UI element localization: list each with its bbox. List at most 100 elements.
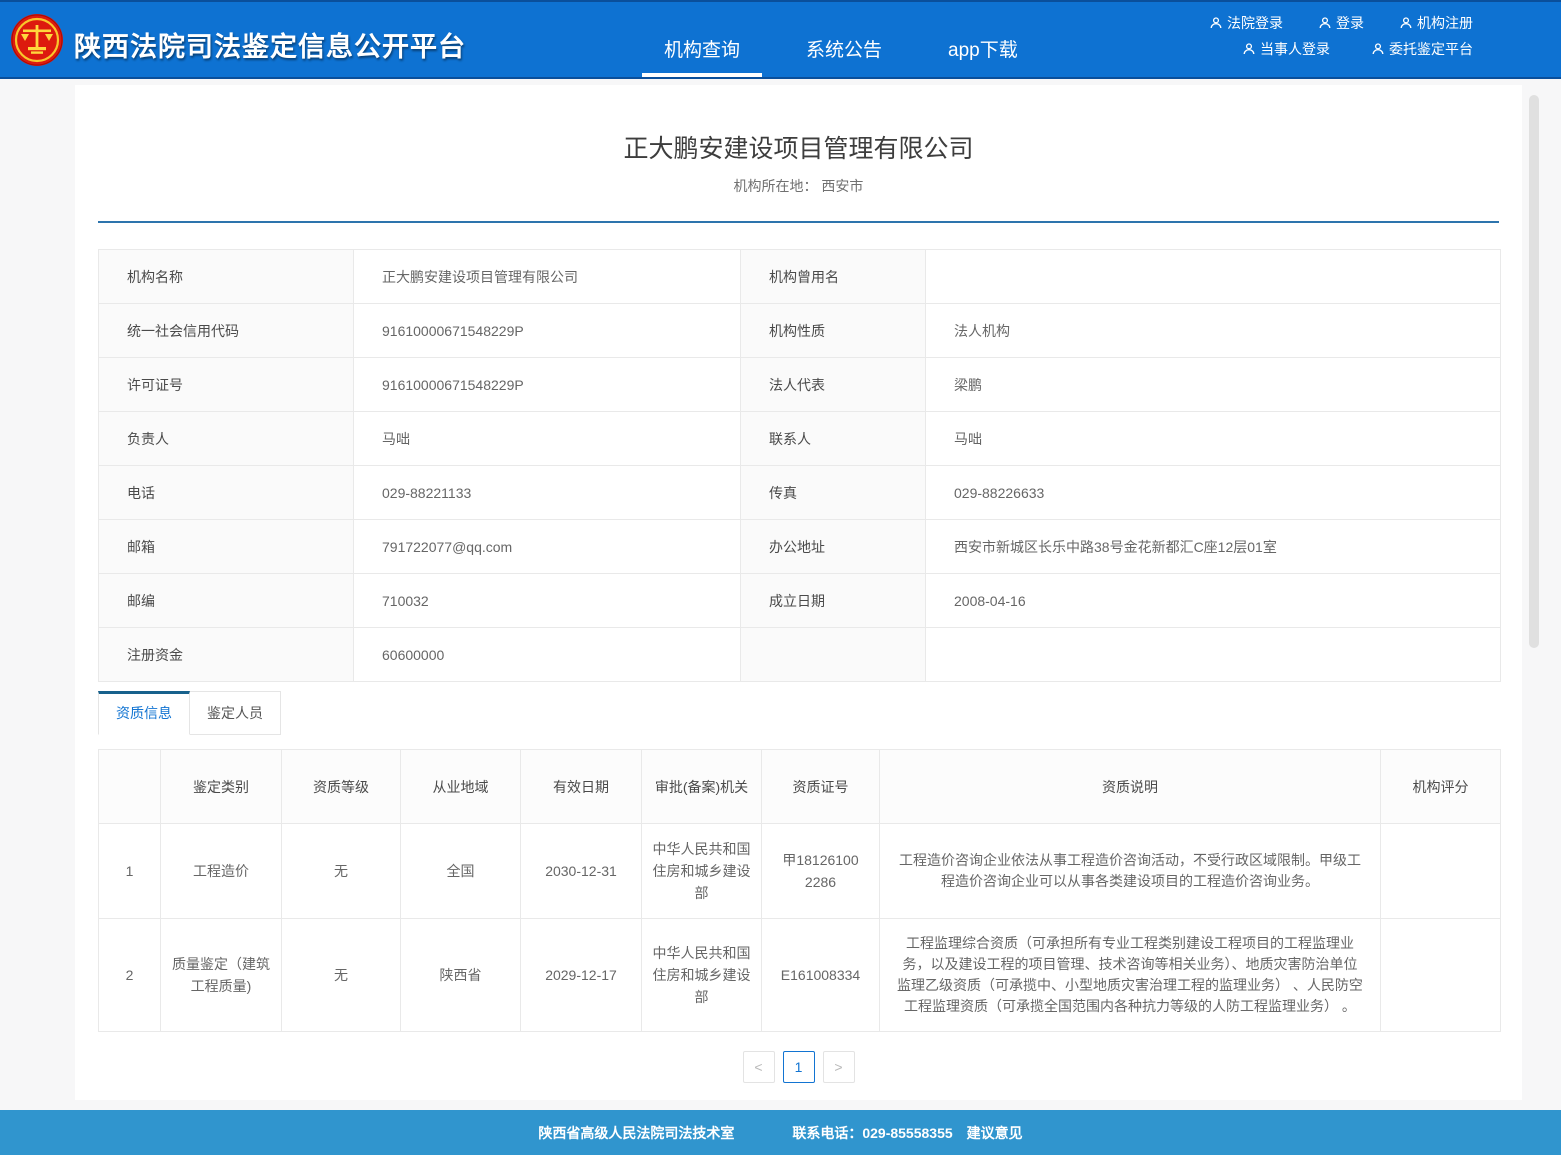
- info-value: 91610000671548229P: [354, 358, 741, 412]
- info-label: [741, 628, 926, 682]
- header-links-row2: 当事人登录 委托鉴定平台: [1243, 39, 1473, 59]
- table-row: 注册资金 60600000: [99, 628, 1501, 682]
- footer-feedback-link[interactable]: 建议意见: [967, 1123, 1023, 1143]
- info-value: 029-88226633: [926, 466, 1501, 520]
- footer-bar: 陕西省高级人民法院司法技术室 联系电话：029-85558355 建议意见: [0, 1110, 1561, 1155]
- qualification-header-row: 鉴定类别 资质等级 从业地域 有效日期 审批(备案)机关 资质证号 资质说明 机…: [99, 750, 1501, 824]
- login-link[interactable]: 登录: [1319, 13, 1364, 33]
- footer-department: 陕西省高级人民法院司法技术室: [538, 1123, 734, 1143]
- info-label: 电话: [99, 466, 354, 520]
- table-row: 电话 029-88221133 传真 029-88226633: [99, 466, 1501, 520]
- org-register-link[interactable]: 机构注册: [1400, 13, 1473, 33]
- col-header-level: 资质等级: [282, 750, 401, 824]
- content-card: 正大鹏安建设项目管理有限公司 机构所在地： 西安市 机构名称 正大鹏安建设项目管…: [75, 85, 1522, 1100]
- entrust-platform-link[interactable]: 委托鉴定平台: [1372, 39, 1473, 59]
- cell-category: 工程造价: [161, 824, 282, 919]
- cell-valid-date: 2029-12-17: [521, 919, 642, 1032]
- cell-index: 2: [99, 919, 161, 1032]
- info-value: 2008-04-16: [926, 574, 1501, 628]
- info-label: 机构名称: [99, 250, 354, 304]
- title-divider: [98, 221, 1499, 223]
- cell-level: 无: [282, 919, 401, 1032]
- cell-description: 工程监理综合资质（可承担所有专业工程类别建设工程项目的工程监理业务，以及建设工程…: [880, 919, 1381, 1032]
- user-icon: [1319, 17, 1331, 29]
- cell-authority: 中华人民共和国住房和城乡建设部: [642, 919, 762, 1032]
- party-login-link[interactable]: 当事人登录: [1243, 39, 1330, 59]
- info-label: 法人代表: [741, 358, 926, 412]
- table-row: 邮编 710032 成立日期 2008-04-16: [99, 574, 1501, 628]
- cell-category: 质量鉴定（建筑工程质量): [161, 919, 282, 1032]
- court-login-label: 法院登录: [1227, 13, 1283, 33]
- col-header-valid-date: 有效日期: [521, 750, 642, 824]
- info-label: 许可证号: [99, 358, 354, 412]
- org-register-label: 机构注册: [1417, 13, 1473, 33]
- org-info-table: 机构名称 正大鹏安建设项目管理有限公司 机构曾用名 统一社会信用代码 91610…: [98, 249, 1501, 682]
- tab-qualification-info[interactable]: 资质信息: [98, 691, 190, 735]
- info-value: 710032: [354, 574, 741, 628]
- user-icon: [1400, 17, 1412, 29]
- pagination-prev-button[interactable]: <: [743, 1051, 775, 1083]
- user-icon: [1243, 43, 1255, 55]
- user-icon: [1372, 43, 1384, 55]
- page: 陕西法院司法鉴定信息公开平台 机构查询 系统公告 app下载 法院登录 登录 机…: [0, 0, 1561, 1155]
- pagination-next-button[interactable]: >: [823, 1051, 855, 1083]
- tab-appraisers[interactable]: 鉴定人员: [189, 691, 281, 735]
- pagination-page-1[interactable]: 1: [783, 1051, 815, 1083]
- info-label: 机构曾用名: [741, 250, 926, 304]
- court-login-link[interactable]: 法院登录: [1210, 13, 1283, 33]
- col-header-region: 从业地域: [401, 750, 521, 824]
- info-label: 负责人: [99, 412, 354, 466]
- court-emblem-logo: [10, 13, 64, 67]
- table-row: 负责人 马咄 联系人 马咄: [99, 412, 1501, 466]
- pagination: < 1 >: [75, 1051, 1522, 1083]
- main-navigation: 机构查询 系统公告 app下载: [660, 35, 1022, 76]
- cell-score: [1381, 919, 1501, 1032]
- info-value: 91610000671548229P: [354, 304, 741, 358]
- col-header-index: [99, 750, 161, 824]
- table-row: 邮箱 791722077@qq.com 办公地址 西安市新城区长乐中路38号金花…: [99, 520, 1501, 574]
- info-value: 马咄: [926, 412, 1501, 466]
- info-label: 机构性质: [741, 304, 926, 358]
- info-label: 统一社会信用代码: [99, 304, 354, 358]
- col-header-authority: 审批(备案)机关: [642, 750, 762, 824]
- info-value: 029-88221133: [354, 466, 741, 520]
- info-value: [926, 250, 1501, 304]
- info-value: 791722077@qq.com: [354, 520, 741, 574]
- info-label: 办公地址: [741, 520, 926, 574]
- table-row: 统一社会信用代码 91610000671548229P 机构性质 法人机构: [99, 304, 1501, 358]
- info-label: 成立日期: [741, 574, 926, 628]
- vertical-scrollbar-thumb[interactable]: [1529, 95, 1539, 648]
- col-header-score: 机构评分: [1381, 750, 1501, 824]
- cell-cert-no: 甲181261002286: [762, 824, 880, 919]
- login-label: 登录: [1336, 13, 1364, 33]
- info-value: [926, 628, 1501, 682]
- cell-region: 全国: [401, 824, 521, 919]
- nav-tab-org-search[interactable]: 机构查询: [660, 35, 744, 76]
- cell-index: 1: [99, 824, 161, 919]
- entrust-platform-label: 委托鉴定平台: [1389, 39, 1473, 59]
- info-label: 邮箱: [99, 520, 354, 574]
- nav-tab-announcements[interactable]: 系统公告: [802, 35, 886, 76]
- info-value: 马咄: [354, 412, 741, 466]
- org-location: 机构所在地： 西安市: [75, 176, 1522, 196]
- top-header-bar: 陕西法院司法鉴定信息公开平台 机构查询 系统公告 app下载 法院登录 登录 机…: [0, 0, 1561, 79]
- table-row: 许可证号 91610000671548229P 法人代表 梁鹏: [99, 358, 1501, 412]
- cell-score: [1381, 824, 1501, 919]
- info-label: 联系人: [741, 412, 926, 466]
- info-value: 正大鹏安建设项目管理有限公司: [354, 250, 741, 304]
- info-label: 注册资金: [99, 628, 354, 682]
- user-icon: [1210, 17, 1222, 29]
- info-value: 60600000: [354, 628, 741, 682]
- footer-phone: 联系电话：029-85558355: [792, 1123, 952, 1143]
- cell-region: 陕西省: [401, 919, 521, 1032]
- info-label: 传真: [741, 466, 926, 520]
- col-header-description: 资质说明: [880, 750, 1381, 824]
- party-login-label: 当事人登录: [1260, 39, 1330, 59]
- info-value: 西安市新城区长乐中路38号金花新都汇C座12层01室: [926, 520, 1501, 574]
- org-name-title: 正大鹏安建设项目管理有限公司: [75, 85, 1522, 165]
- info-value: 法人机构: [926, 304, 1501, 358]
- table-row: 机构名称 正大鹏安建设项目管理有限公司 机构曾用名: [99, 250, 1501, 304]
- nav-tab-app-download[interactable]: app下载: [944, 35, 1022, 76]
- info-label: 邮编: [99, 574, 354, 628]
- qualification-table: 鉴定类别 资质等级 从业地域 有效日期 审批(备案)机关 资质证号 资质说明 机…: [98, 749, 1501, 1032]
